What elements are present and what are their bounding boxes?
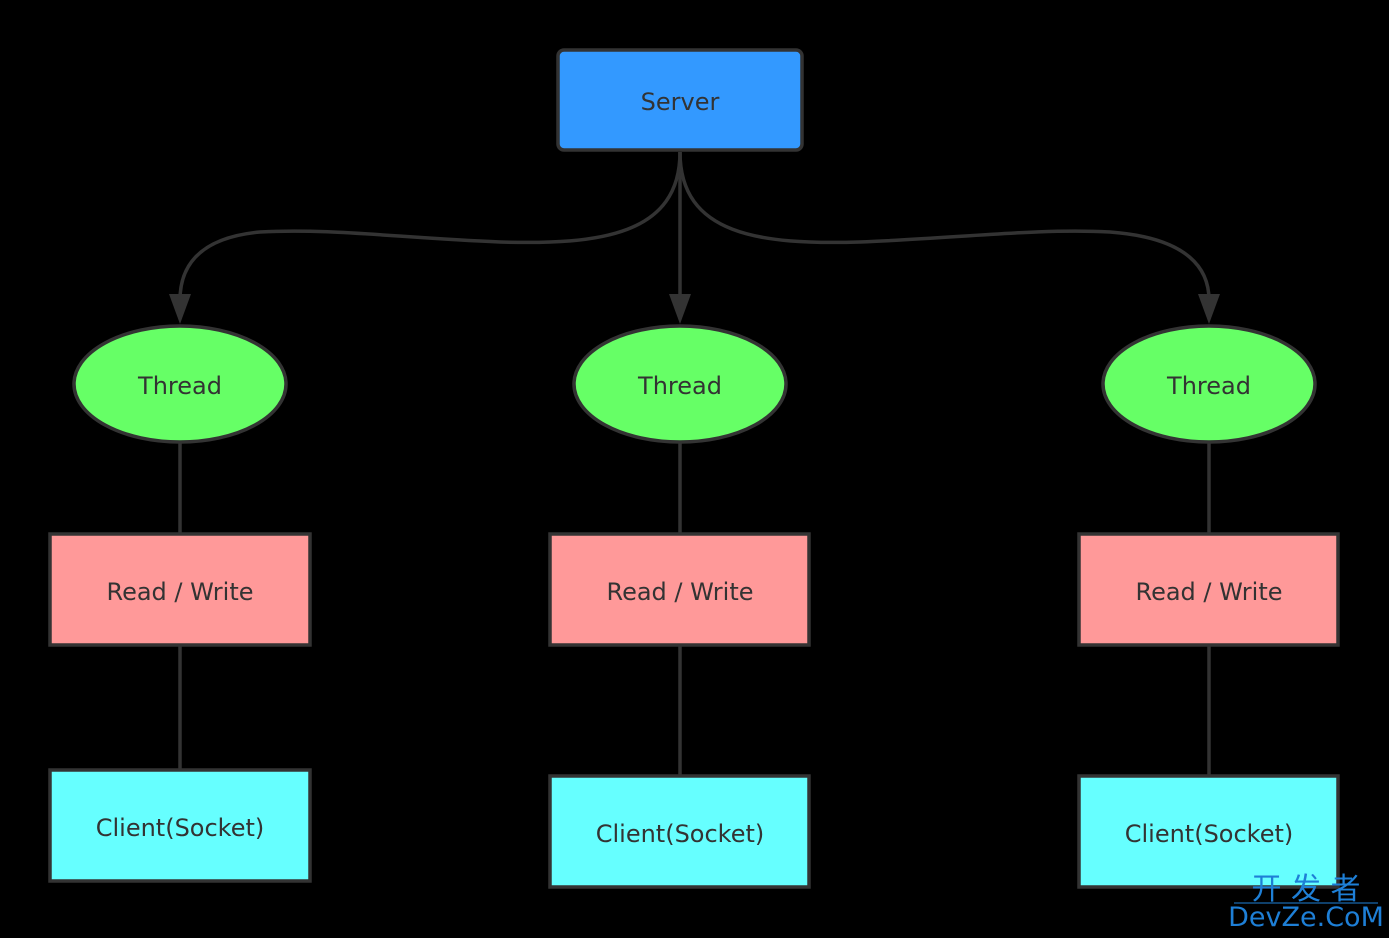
arrowhead-2 xyxy=(669,294,691,324)
read-write-label: Read / Write xyxy=(1135,578,1282,606)
edge-server-thread-3 xyxy=(678,151,1211,301)
client-label: Client(Socket) xyxy=(1125,820,1294,848)
client-node-2: Client(Socket) xyxy=(548,774,811,889)
thread-per-client-diagram: Server Thread Thread Thread Read / Write… xyxy=(48,48,1384,933)
thread-label: Thread xyxy=(1166,372,1251,400)
watermark-logo: 开 发 者 DevZe.CoM xyxy=(1228,872,1384,933)
thread-node-2: Thread xyxy=(572,324,788,444)
read-write-label: Read / Write xyxy=(106,578,253,606)
thread-node-1: Thread xyxy=(72,324,288,444)
thread-label: Thread xyxy=(637,372,722,400)
client-node-1: Client(Socket) xyxy=(48,768,312,883)
server-label: Server xyxy=(641,88,720,116)
client-label: Client(Socket) xyxy=(96,814,265,842)
thread-label: Thread xyxy=(137,372,222,400)
server-node: Server xyxy=(556,48,804,152)
read-write-node-3: Read / Write xyxy=(1077,532,1340,647)
client-label: Client(Socket) xyxy=(596,820,765,848)
edge-server-thread-1 xyxy=(178,151,682,301)
read-write-node-1: Read / Write xyxy=(48,532,312,647)
arrowhead-1 xyxy=(169,294,191,324)
read-write-node-2: Read / Write xyxy=(548,532,811,647)
arrowhead-3 xyxy=(1198,294,1220,324)
client-node-3: Client(Socket) xyxy=(1077,774,1340,889)
thread-node-3: Thread xyxy=(1101,324,1317,444)
watermark-line-2: DevZe.CoM xyxy=(1228,902,1384,933)
read-write-label: Read / Write xyxy=(606,578,753,606)
